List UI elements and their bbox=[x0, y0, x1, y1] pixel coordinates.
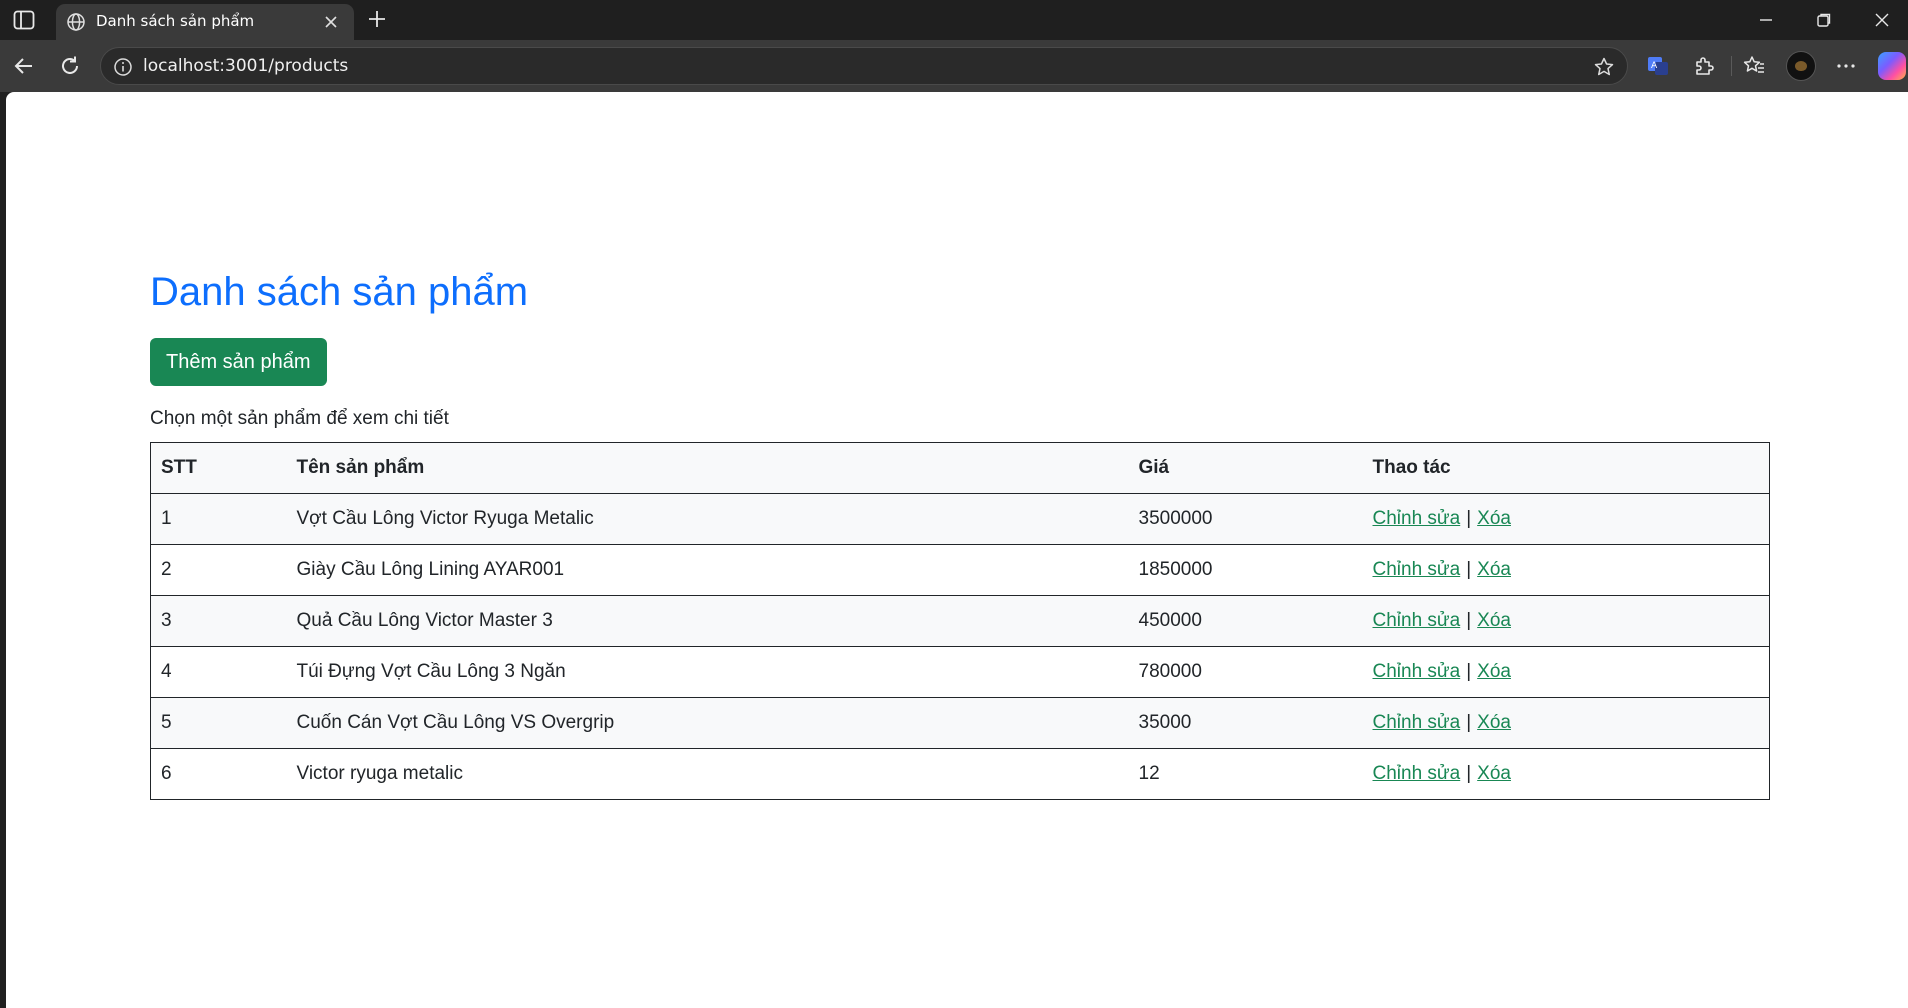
table-row: 4 Túi Đựng Vợt Cầu Lông 3 Ngăn 780000 Ch… bbox=[150, 646, 1770, 698]
edit-link[interactable]: Chỉnh sửa bbox=[1373, 712, 1461, 733]
table-row: 2 Giày Cầu Lông Lining AYAR001 1850000 C… bbox=[150, 544, 1770, 596]
cell-name: Victor ryuga metalic bbox=[286, 748, 1129, 800]
cell-price: 35000 bbox=[1128, 697, 1363, 749]
sidebar-toggle-icon[interactable] bbox=[13, 10, 35, 30]
add-product-button[interactable]: Thêm sản phẩm bbox=[150, 338, 327, 386]
cell-stt: 4 bbox=[150, 646, 287, 698]
cell-stt: 6 bbox=[150, 748, 287, 800]
products-table: STT Tên sản phẩm Giá Thao tác 1 Vợt Cầu … bbox=[150, 442, 1770, 800]
header-name: Tên sản phẩm bbox=[286, 442, 1129, 494]
url-text: localhost:3001/products bbox=[143, 56, 349, 76]
cell-actions: Chỉnh sửa | Xóa bbox=[1362, 646, 1770, 698]
restore-icon[interactable] bbox=[1814, 10, 1834, 30]
cell-name: Cuốn Cán Vợt Cầu Lông VS Overgrip bbox=[286, 697, 1129, 749]
action-separator: | bbox=[1466, 763, 1472, 784]
cell-stt: 2 bbox=[150, 544, 287, 596]
action-separator: | bbox=[1466, 508, 1472, 529]
cell-price: 1850000 bbox=[1128, 544, 1363, 596]
table-header-row: STT Tên sản phẩm Giá Thao tác bbox=[150, 442, 1770, 494]
copilot-icon[interactable] bbox=[1878, 52, 1906, 80]
profile-avatar[interactable] bbox=[1786, 51, 1816, 81]
favorites-icon[interactable] bbox=[1742, 54, 1766, 78]
back-arrow-icon[interactable] bbox=[12, 54, 36, 78]
cell-actions: Chỉnh sửa | Xóa bbox=[1362, 748, 1770, 800]
cell-name: Quả Cầu Lông Victor Master 3 bbox=[286, 595, 1129, 647]
address-bar[interactable]: localhost:3001/products bbox=[100, 47, 1628, 85]
cell-stt: 1 bbox=[150, 493, 287, 545]
cell-actions: Chỉnh sửa | Xóa bbox=[1362, 595, 1770, 647]
svg-text:A: A bbox=[1651, 61, 1658, 71]
delete-link[interactable]: Xóa bbox=[1477, 508, 1511, 529]
table-row: 3 Quả Cầu Lông Victor Master 3 450000 Ch… bbox=[150, 595, 1770, 647]
extensions-puzzle-icon[interactable] bbox=[1692, 54, 1716, 78]
action-separator: | bbox=[1466, 712, 1472, 733]
translate-extension-icon[interactable]: A bbox=[1646, 54, 1670, 78]
active-tab[interactable]: Danh sách sản phẩm bbox=[56, 4, 354, 40]
cell-stt: 5 bbox=[150, 697, 287, 749]
header-price: Giá bbox=[1128, 442, 1363, 494]
favorite-star-icon[interactable] bbox=[1593, 56, 1615, 78]
delete-link[interactable]: Xóa bbox=[1477, 763, 1511, 784]
delete-link[interactable]: Xóa bbox=[1477, 610, 1511, 631]
action-separator: | bbox=[1466, 661, 1472, 682]
delete-link[interactable]: Xóa bbox=[1477, 559, 1511, 580]
cell-name: Túi Đựng Vợt Cầu Lông 3 Ngăn bbox=[286, 646, 1129, 698]
edit-link[interactable]: Chỉnh sửa bbox=[1373, 508, 1461, 529]
cell-price: 780000 bbox=[1128, 646, 1363, 698]
cell-actions: Chỉnh sửa | Xóa bbox=[1362, 697, 1770, 749]
header-stt: STT bbox=[150, 442, 287, 494]
cell-price: 450000 bbox=[1128, 595, 1363, 647]
more-menu-icon[interactable] bbox=[1834, 54, 1858, 78]
delete-link[interactable]: Xóa bbox=[1477, 661, 1511, 682]
tab-title: Danh sách sản phẩm bbox=[96, 12, 255, 30]
page-title: Danh sách sản phẩm bbox=[150, 270, 529, 314]
action-separator: | bbox=[1466, 610, 1472, 631]
close-tab-icon[interactable] bbox=[322, 13, 340, 31]
edit-link[interactable]: Chỉnh sửa bbox=[1373, 763, 1461, 784]
table-row: 1 Vợt Cầu Lông Victor Ryuga Metalic 3500… bbox=[150, 493, 1770, 545]
cell-stt: 3 bbox=[150, 595, 287, 647]
delete-link[interactable]: Xóa bbox=[1477, 712, 1511, 733]
cell-actions: Chỉnh sửa | Xóa bbox=[1362, 493, 1770, 545]
new-tab-icon[interactable] bbox=[366, 8, 388, 30]
main-content: Danh sách sản phẩm Thêm sản phẩm Chọn mộ… bbox=[150, 268, 1770, 800]
cell-price: 3500000 bbox=[1128, 493, 1363, 545]
action-separator: | bbox=[1466, 559, 1472, 580]
table-row: 5 Cuốn Cán Vợt Cầu Lông VS Overgrip 3500… bbox=[150, 697, 1770, 749]
edit-link[interactable]: Chỉnh sửa bbox=[1373, 559, 1461, 580]
page-viewport: Danh sách sản phẩm Thêm sản phẩm Chọn mộ… bbox=[6, 92, 1908, 1008]
close-window-icon[interactable] bbox=[1872, 10, 1892, 30]
minimize-icon[interactable] bbox=[1756, 10, 1776, 30]
browser-toolbar: localhost:3001/products A bbox=[0, 40, 1908, 92]
site-info-icon[interactable] bbox=[113, 57, 133, 77]
cell-price: 12 bbox=[1128, 748, 1363, 800]
toolbar-divider bbox=[1731, 56, 1732, 76]
cell-name: Giày Cầu Lông Lining AYAR001 bbox=[286, 544, 1129, 596]
cell-actions: Chỉnh sửa | Xóa bbox=[1362, 544, 1770, 596]
hint-text: Chọn một sản phẩm để xem chi tiết bbox=[150, 408, 449, 429]
table-row: 6 Victor ryuga metalic 12 Chỉnh sửa | Xóa bbox=[150, 748, 1770, 800]
edit-link[interactable]: Chỉnh sửa bbox=[1373, 610, 1461, 631]
edit-link[interactable]: Chỉnh sửa bbox=[1373, 661, 1461, 682]
tab-bar: Danh sách sản phẩm bbox=[0, 0, 1908, 40]
reload-icon[interactable] bbox=[58, 54, 82, 78]
header-actions: Thao tác bbox=[1362, 442, 1770, 494]
cell-name: Vợt Cầu Lông Victor Ryuga Metalic bbox=[286, 493, 1129, 545]
globe-icon bbox=[66, 12, 86, 32]
